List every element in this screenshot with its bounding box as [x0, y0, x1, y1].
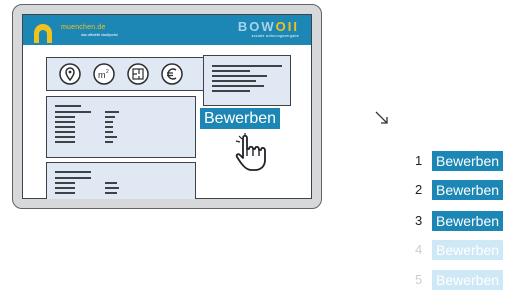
text-line [105, 187, 119, 189]
text-line [55, 187, 75, 189]
hand-pointer-icon [235, 133, 266, 171]
text-line [55, 171, 91, 173]
text-line [55, 126, 75, 128]
euro-icon[interactable] [161, 63, 183, 85]
apply-button[interactable]: Bewerben [200, 108, 281, 129]
brand-subtext: soziale wohnungsvergabe [251, 34, 299, 38]
step-item-2: 2 Bewerben [411, 180, 520, 200]
step-apply-button[interactable]: Bewerben [432, 211, 504, 231]
text-line [212, 85, 264, 87]
text-line [55, 116, 75, 118]
text-line [105, 111, 119, 113]
brand-left: BOW [237, 19, 276, 34]
brand-wordmark: BOWOII [238, 19, 299, 34]
svg-text:2: 2 [106, 69, 109, 75]
diagonal-arrow-icon [375, 111, 388, 124]
text-line [212, 65, 282, 67]
text-line [105, 121, 113, 123]
filter-icon-bar: m 2 [46, 57, 206, 91]
listing-card[interactable] [46, 96, 196, 158]
text-line [55, 105, 81, 107]
text-line [55, 192, 75, 194]
step-apply-button[interactable]: Bewerben [432, 151, 504, 171]
text-line [105, 136, 117, 138]
step-number: 5 [415, 272, 423, 287]
step-item-1: 1 Bewerben [411, 151, 520, 171]
app-header: muenchen.de das offizielle stadtportal B… [23, 15, 311, 45]
logo-arch-icon [34, 24, 52, 43]
svg-text:m: m [98, 70, 106, 80]
step-apply-button[interactable]: Bewerben [432, 180, 504, 200]
floor-plan-icon[interactable] [127, 63, 149, 85]
text-line [105, 182, 117, 184]
logo-subtext: das offizielle stadtportal [81, 33, 118, 37]
info-card [203, 55, 291, 106]
location-pin-icon[interactable] [59, 63, 81, 85]
text-line [55, 136, 75, 138]
square-meter-icon[interactable]: m 2 [93, 63, 115, 85]
step-number: 3 [415, 213, 423, 228]
text-line [55, 141, 75, 143]
text-line [55, 182, 75, 184]
text-line [105, 126, 113, 128]
text-line [212, 75, 267, 77]
step-item-3: 3 Bewerben [411, 211, 520, 231]
text-line [55, 111, 91, 113]
text-line [212, 70, 250, 72]
step-number: 1 [415, 153, 423, 168]
step-apply-button[interactable]: Bewerben [432, 240, 504, 260]
text-line [212, 80, 256, 82]
listing-card[interactable] [46, 162, 196, 199]
step-item-5: 5 Bewerben [411, 270, 520, 290]
step-number: 4 [415, 242, 423, 257]
text-line [105, 141, 113, 143]
step-number: 2 [415, 182, 423, 197]
text-line [105, 116, 115, 118]
text-line [55, 177, 91, 179]
text-line [105, 192, 117, 194]
step-apply-button[interactable]: Bewerben [432, 270, 504, 290]
text-line [212, 90, 250, 92]
text-line [55, 131, 75, 133]
tablet-frame: muenchen.de das offizielle stadtportal B… [12, 4, 322, 209]
text-line [105, 131, 113, 133]
brand-right: OII [275, 19, 299, 34]
logo-text: muenchen.de [61, 24, 106, 31]
text-line [55, 121, 75, 123]
step-item-4: 4 Bewerben [411, 240, 520, 260]
